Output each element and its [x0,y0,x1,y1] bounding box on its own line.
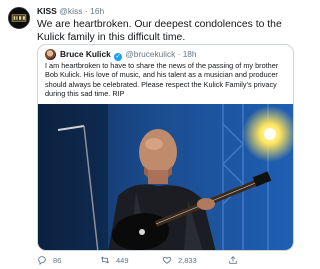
tweet-header: KISS @kiss · 16h [37,6,104,17]
reply-count: 86 [53,255,62,265]
tweet-text: We are heartbroken. Our deepest condolen… [37,19,282,43]
quoted-separator-dot: · [177,49,181,59]
quoted-author-name[interactable]: Bruce Kulick [60,49,111,59]
heart-icon [162,256,172,264]
kiss-avatar[interactable] [8,7,30,29]
like-action[interactable]: 2,833 [162,254,197,266]
concert-photo[interactable] [38,104,294,251]
bruce-kulick-avatar[interactable] [45,49,56,60]
tweet-card[interactable]: KISS @kiss · 16h We are heartbroken. Our… [0,0,300,269]
quoted-tweet-text: I am heartbroken to have to share the ne… [45,61,279,98]
tweet-actions: 86 449 2,833 [37,254,292,266]
quoted-tweet[interactable]: Bruce Kulick ✓ @brucekulick · 18h I am h… [37,44,294,251]
quoted-timestamp[interactable]: 18h [183,49,197,59]
author-handle[interactable]: @kiss [59,6,82,16]
retweet-action[interactable]: 449 [100,254,129,266]
author-name[interactable]: KISS [37,6,57,16]
like-count: 2,833 [178,255,197,265]
separator-dot: · [84,6,88,16]
quoted-author-handle[interactable]: @brucekulick [125,49,175,59]
reply-icon [38,256,46,265]
share-icon [229,256,237,264]
verified-badge-icon: ✓ [114,53,123,61]
reply-action[interactable]: 86 [37,254,61,266]
share-action[interactable] [228,254,238,266]
retweet-count: 449 [116,255,129,265]
retweet-icon [100,256,110,264]
tweet-timestamp[interactable]: 16h [90,6,104,16]
kiss-logo-image [9,8,29,28]
quoted-tweet-header: Bruce Kulick ✓ @brucekulick · 18h [60,49,197,61]
